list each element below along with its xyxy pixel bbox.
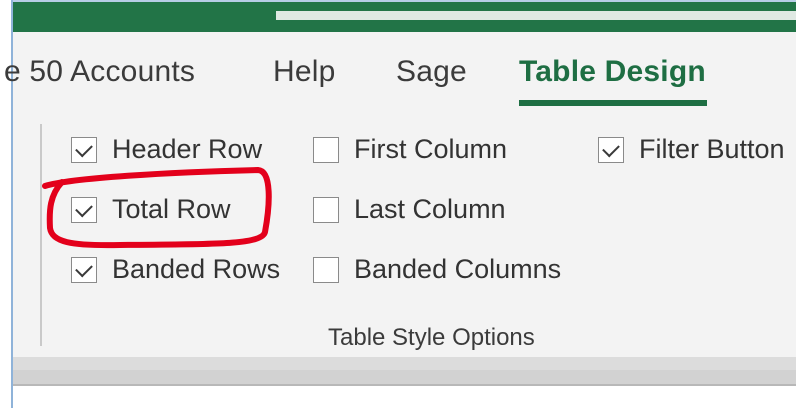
- option-first-column[interactable]: First Column: [313, 134, 507, 165]
- option-banded-columns[interactable]: Banded Columns: [313, 254, 561, 285]
- checkbox-total-row[interactable]: [71, 196, 97, 223]
- checkbox-banded-columns[interactable]: [313, 256, 339, 283]
- option-header-row[interactable]: Header Row: [71, 134, 262, 165]
- label-filter-button: Filter Button: [639, 134, 785, 164]
- label-banded-rows: Banded Rows: [112, 254, 281, 284]
- checkbox-filter-button[interactable]: [598, 136, 624, 163]
- label-header-row: Header Row: [112, 134, 263, 164]
- tab-help[interactable]: Help: [273, 55, 336, 89]
- option-banded-rows[interactable]: Banded Rows: [71, 254, 280, 285]
- ribbon-shadow-bar: [13, 370, 796, 384]
- tab-table-design[interactable]: Table Design: [519, 55, 706, 89]
- tab-sage[interactable]: Sage: [396, 55, 467, 89]
- tab-accounts[interactable]: e 50 Accounts: [4, 55, 195, 89]
- workspace-area: [13, 386, 796, 408]
- ribbon-group-divider: [40, 124, 42, 346]
- active-tab-indicator: [519, 100, 707, 106]
- group-label-table-style-options: Table Style Options: [328, 324, 535, 351]
- checkbox-header-row[interactable]: [71, 136, 97, 163]
- ribbon-bottom-bar: [13, 357, 796, 370]
- option-last-column[interactable]: Last Column: [313, 194, 506, 225]
- checkbox-banded-rows[interactable]: [71, 256, 97, 283]
- checkbox-first-column[interactable]: [313, 136, 339, 163]
- title-bar-highlight: [276, 11, 796, 20]
- label-first-column: First Column: [354, 134, 508, 164]
- checkbox-last-column[interactable]: [313, 196, 339, 223]
- option-total-row[interactable]: Total Row: [71, 194, 231, 225]
- label-banded-columns: Banded Columns: [354, 254, 562, 284]
- option-filter-button[interactable]: Filter Button: [598, 134, 785, 165]
- label-last-column: Last Column: [354, 194, 506, 224]
- label-total-row: Total Row: [112, 194, 231, 224]
